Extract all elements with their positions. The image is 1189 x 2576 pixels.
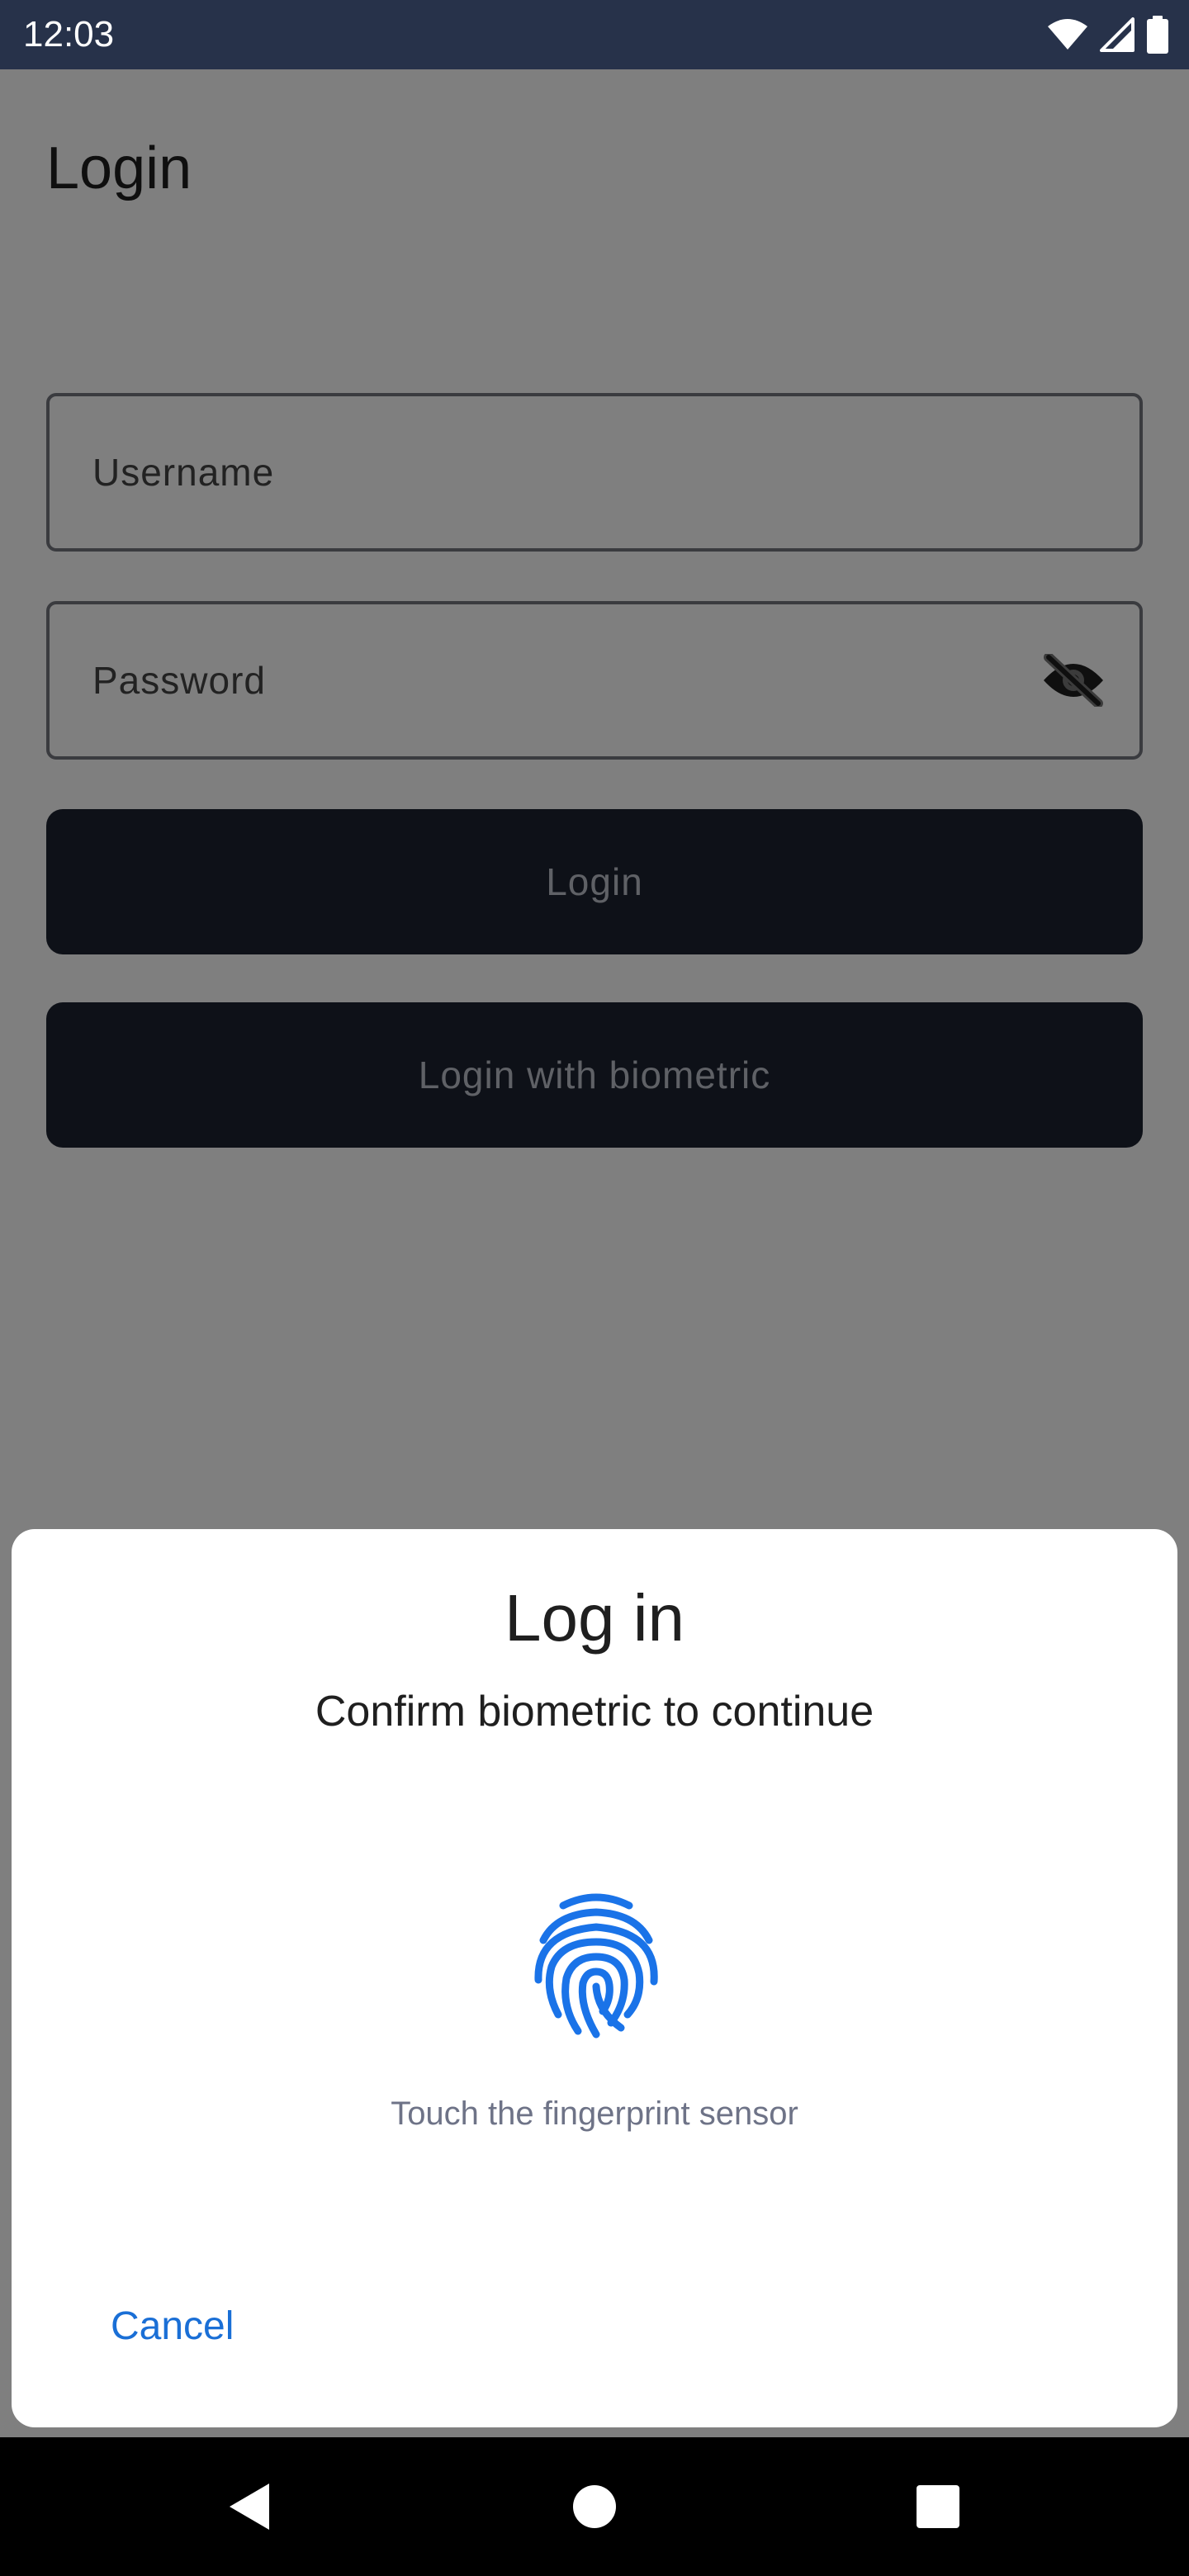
status-time: 12:03 [23, 14, 115, 54]
navigation-bar [0, 2437, 1189, 2576]
status-icons [1047, 13, 1169, 56]
wifi-icon [1047, 18, 1088, 51]
cell-signal-icon [1100, 17, 1135, 52]
biometric-prompt-hint: Touch the fingerprint sensor [391, 2095, 798, 2132]
screen: 12:03 Login U [0, 0, 1189, 2576]
biometric-prompt-subtitle: Confirm biometric to continue [315, 1688, 874, 1735]
status-bar: 12:03 [0, 0, 1189, 69]
home-icon[interactable] [561, 2474, 628, 2540]
biometric-prompt-sheet: Log in Confirm biometric to continue Tou… [12, 1529, 1177, 2427]
battery-icon [1146, 16, 1169, 54]
fingerprint-icon [528, 1891, 664, 2039]
cancel-button[interactable]: Cancel [97, 2295, 247, 2358]
biometric-prompt-title: Log in [504, 1581, 685, 1655]
recents-icon[interactable] [905, 2474, 971, 2540]
back-icon[interactable] [216, 2474, 282, 2540]
